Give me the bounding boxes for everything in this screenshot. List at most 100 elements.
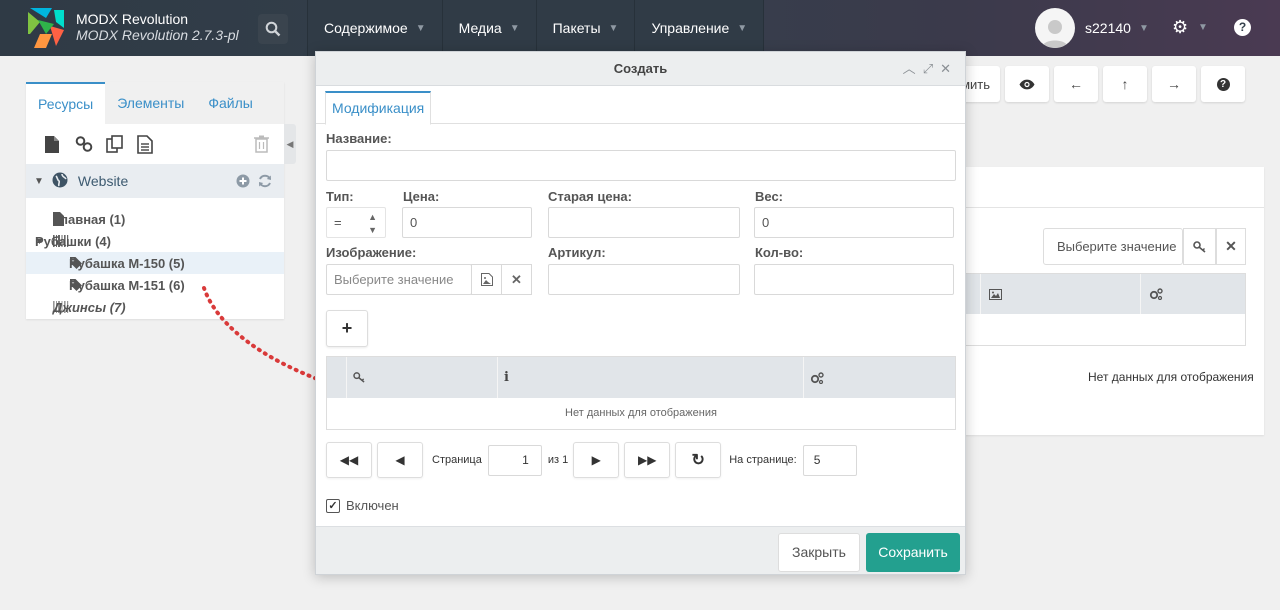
grid-column-info[interactable]: i <box>498 357 804 398</box>
close-icon[interactable]: ✕ <box>940 52 951 86</box>
nav-label: Управление <box>651 20 730 36</box>
value-select[interactable]: Выберите значение <box>1043 228 1183 265</box>
main-nav: Содержимое ▼ Медиа ▼ Пакеты ▼ Управление ▼ <box>307 0 765 56</box>
save-button[interactable]: Сохранить <box>866 533 960 572</box>
old-price-field[interactable] <box>548 207 740 238</box>
resource-tree-panel: Ресурсы Элементы Файлы ▼ Website Главная… <box>26 82 284 319</box>
first-page-button[interactable]: ◀◀ <box>326 442 372 478</box>
collapse-icon[interactable]: ︿ <box>903 52 916 86</box>
tab-modification[interactable]: Модификация <box>325 91 432 125</box>
grid-pager: ◀◀ ◀ Страница 1 из 1 ▶ ▶▶ ↻ На странице:… <box>326 442 857 478</box>
tree-item-label: Джинсы (7) <box>53 299 126 315</box>
help-button[interactable]: ? <box>1201 66 1245 102</box>
browse-image-button[interactable] <box>471 264 502 295</box>
prev-button[interactable]: ← <box>1054 66 1098 102</box>
add-button[interactable]: + <box>326 310 368 347</box>
enabled-checkbox[interactable]: ✓ Включен <box>326 498 399 513</box>
tab-elements[interactable]: Элементы <box>105 82 196 124</box>
modx-logo-icon[interactable] <box>26 8 66 48</box>
page-label: Страница <box>432 454 482 466</box>
per-page-input[interactable]: 5 <box>802 444 857 476</box>
gear-icon[interactable]: ⚙ <box>1172 17 1188 38</box>
double-chevron-left-icon: ◀◀ <box>339 453 359 467</box>
context-row-website[interactable]: ▼ Website <box>26 164 284 198</box>
user-menu[interactable]: s22140 ▼ <box>1035 8 1149 48</box>
tree-item-home[interactable]: Главная (1) <box>26 208 284 230</box>
refresh-button[interactable]: ↻ <box>675 442 722 478</box>
nav-item-manage[interactable]: Управление ▼ <box>634 0 765 56</box>
grid-column-key[interactable] <box>347 357 498 398</box>
dialog-footer: Закрыть Сохранить <box>316 526 965 574</box>
next-page-button[interactable]: ▶ <box>573 442 620 478</box>
refresh-icon[interactable] <box>258 174 272 191</box>
gears-icon <box>1149 288 1163 300</box>
enabled-label: Включен <box>346 498 399 513</box>
grid-header <box>961 274 1245 314</box>
view-button[interactable] <box>1005 66 1049 102</box>
old-price-label: Старая цена: <box>548 189 632 204</box>
next-button[interactable]: → <box>1152 66 1196 102</box>
last-page-button[interactable]: ▶▶ <box>624 442 671 478</box>
image-icon <box>480 273 493 286</box>
tree-item-jeans[interactable]: Джинсы (7) <box>26 296 284 318</box>
collapse-panel-handle[interactable]: ◀ <box>284 124 296 164</box>
tree-item-shirt-m150[interactable]: Рубашка М-150 (5) <box>26 252 284 274</box>
symlink-icon[interactable] <box>106 134 137 154</box>
help-icon[interactable]: ? <box>1234 19 1251 36</box>
grid-column-actions[interactable] <box>1141 274 1245 314</box>
checkbox-checked-icon[interactable]: ✓ <box>326 498 340 513</box>
prev-page-button[interactable]: ◀ <box>377 442 423 478</box>
nav-item-packages[interactable]: Пакеты ▼ <box>535 0 635 56</box>
weblink-icon[interactable] <box>75 134 106 154</box>
search-button[interactable] <box>258 14 288 44</box>
maximize-icon[interactable]: ⤢ <box>923 52 933 86</box>
add-circle-icon[interactable] <box>236 174 250 191</box>
dialog-tabs: Модификация <box>316 86 965 125</box>
key-button[interactable] <box>1183 228 1216 265</box>
weight-field[interactable]: 0 <box>754 207 954 238</box>
user-name: s22140 <box>1085 20 1131 36</box>
arrow-left-icon: ← <box>1069 76 1083 92</box>
plus-icon: + <box>341 318 353 338</box>
nav-item-media[interactable]: Медиа ▼ <box>441 0 536 56</box>
chevron-right-icon: ▶ <box>591 453 601 467</box>
tab-files[interactable]: Файлы <box>196 82 264 124</box>
image-select[interactable]: Выберите значение <box>326 264 472 295</box>
chevron-down-icon: ▼ <box>737 22 748 34</box>
price-field[interactable]: 0 <box>402 207 532 238</box>
grid-column <box>327 357 347 398</box>
clear-image-button[interactable]: ✕ <box>501 264 532 295</box>
close-button[interactable]: Закрыть <box>778 533 860 572</box>
name-field[interactable] <box>326 150 956 181</box>
new-document-icon[interactable] <box>44 134 75 154</box>
arrow-up-icon: ↑ <box>1121 76 1129 92</box>
static-resource-icon[interactable] <box>137 134 168 154</box>
options-grid: i Нет данных для отображения <box>326 356 956 430</box>
modifications-grid <box>960 273 1246 346</box>
eye-icon <box>1019 79 1035 89</box>
grid-column-image[interactable] <box>981 274 1141 314</box>
chevron-down-icon: ▼ <box>509 22 520 34</box>
dialog-header[interactable]: Создать ︿ ⤢ ✕ <box>316 52 965 86</box>
weight-label: Вес: <box>755 189 784 204</box>
page-number-input[interactable]: 1 <box>487 444 542 476</box>
type-value: = <box>334 215 342 230</box>
caret-down-icon[interactable]: ▼ <box>34 176 44 187</box>
tree-item-shirts[interactable]: ▼ Рубашки (4) <box>26 230 284 252</box>
tree-item-shirt-m151[interactable]: Рубашка М-151 (6) <box>26 274 284 296</box>
chevron-down-icon: ▼ <box>608 22 619 34</box>
trash-icon[interactable] <box>254 134 285 154</box>
nav-item-content[interactable]: Содержимое ▼ <box>307 0 442 56</box>
qty-field[interactable] <box>754 264 954 295</box>
tree-item-label: Рубашка М-150 (5) <box>69 255 185 271</box>
tab-resources[interactable]: Ресурсы <box>26 82 106 124</box>
clear-button[interactable]: ✕ <box>1216 228 1246 265</box>
user-icon <box>1042 20 1068 48</box>
up-button[interactable]: ↑ <box>1103 66 1147 102</box>
create-dialog: Создать ︿ ⤢ ✕ Модификация Название: Тип:… <box>315 51 966 575</box>
article-field[interactable] <box>548 264 740 295</box>
brand: MODX Revolution MODX Revolution 2.7.3-pl <box>76 11 239 43</box>
price-label: Цена: <box>403 189 440 204</box>
type-select[interactable]: = ▲ ▼ <box>326 207 386 238</box>
grid-column-actions[interactable] <box>804 357 955 398</box>
